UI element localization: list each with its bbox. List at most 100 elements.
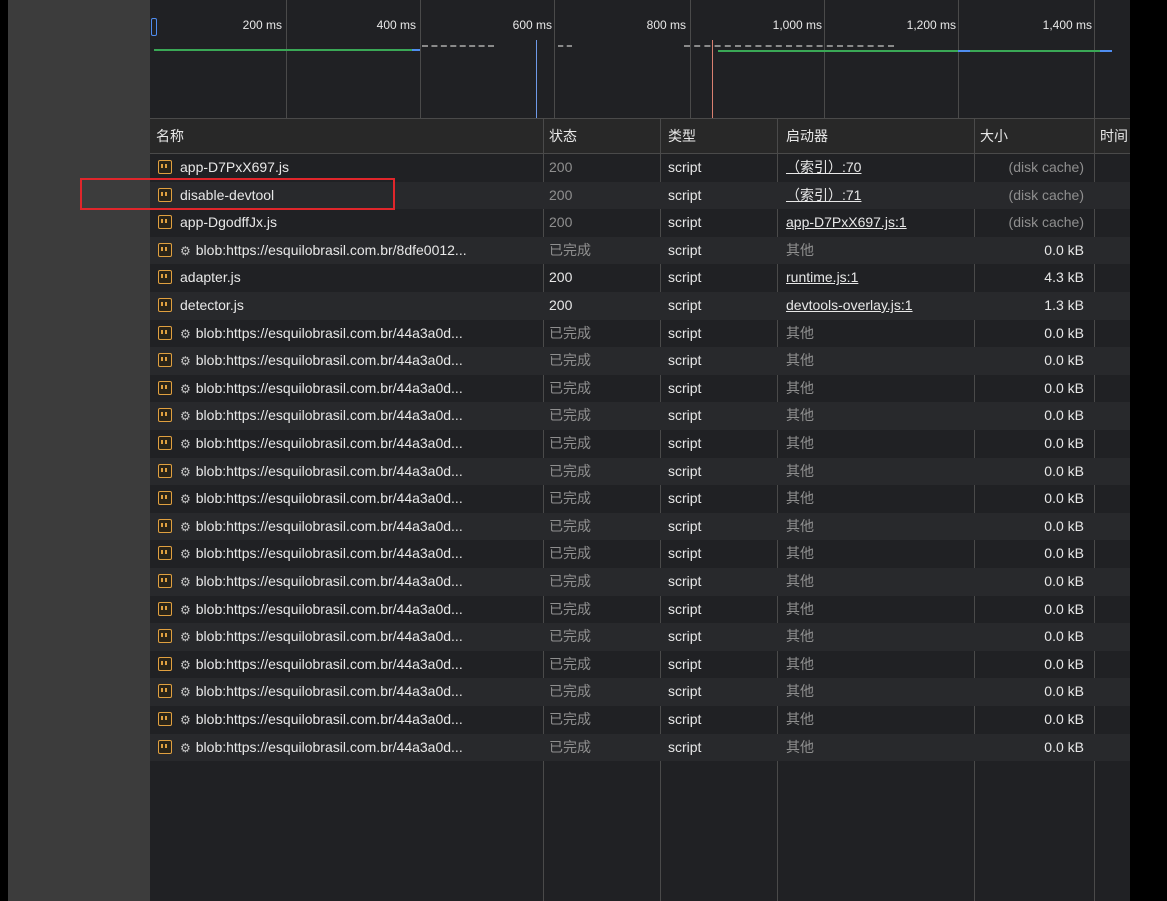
request-name-text: blob:https://esquilobrasil.com.br/44a3a0… bbox=[195, 738, 463, 755]
request-initiator-cell: 其他 bbox=[777, 320, 974, 348]
request-size-cell: 0.0 kB bbox=[1044, 241, 1084, 258]
request-name-cell[interactable]: ⚙ blob:https://esquilobrasil.com.br/44a3a… bbox=[150, 596, 543, 624]
timeline-label: 400 ms bbox=[376, 18, 416, 32]
table-row[interactable]: ⚙ blob:https://esquilobrasil.com.br/44a3a… bbox=[150, 623, 1130, 651]
initiator-text: 其他 bbox=[786, 517, 814, 534]
request-name-cell[interactable]: ⚙ blob:https://esquilobrasil.com.br/44a3a… bbox=[150, 458, 543, 486]
request-name-cell[interactable]: ⚙ blob:https://esquilobrasil.com.br/44a3a… bbox=[150, 430, 543, 458]
table-row[interactable]: ⚙ blob:https://esquilobrasil.com.br/44a3a… bbox=[150, 375, 1130, 403]
request-name-cell[interactable]: ⚙ blob:https://esquilobrasil.com.br/44a3a… bbox=[150, 540, 543, 568]
request-initiator-cell: 其他 bbox=[777, 734, 974, 762]
table-row[interactable]: detector.js 200 script devtools-overlay.js:… bbox=[150, 292, 1130, 320]
column-header-time[interactable]: 时间 bbox=[1094, 119, 1130, 153]
request-initiator-cell: 其他 bbox=[777, 237, 974, 265]
initiator-link[interactable]: app-D7PxX697.js:1 bbox=[786, 214, 907, 230]
request-name-cell[interactable]: ⚙ blob:https://esquilobrasil.com.br/44a3a… bbox=[150, 651, 543, 679]
table-row[interactable]: ⚙ blob:https://esquilobrasil.com.br/44a3a… bbox=[150, 402, 1130, 430]
request-name-cell[interactable]: ⚙ blob:https://esquilobrasil.com.br/44a3a… bbox=[150, 623, 543, 651]
script-file-icon bbox=[158, 380, 172, 395]
table-row[interactable]: ⚙ blob:https://esquilobrasil.com.br/44a3a… bbox=[150, 540, 1130, 568]
request-name-cell[interactable]: app-DgodffJx.js bbox=[150, 209, 543, 237]
request-type-cell: script bbox=[668, 738, 702, 755]
table-row[interactable]: ⚙ blob:https://esquilobrasil.com.br/44a3a… bbox=[150, 733, 1130, 762]
request-status-cell: 已完成 bbox=[549, 683, 591, 700]
request-type-cell: script bbox=[668, 462, 702, 479]
request-initiator-cell: 其他 bbox=[777, 375, 974, 403]
table-row[interactable]: adapter.js 200 script runtime.js:1 4.3 kB bbox=[150, 264, 1130, 292]
table-row[interactable]: ⚙ blob:https://esquilobrasil.com.br/8dfe0… bbox=[150, 236, 1130, 265]
table-row[interactable]: ⚙ blob:https://esquilobrasil.com.br/44a3a… bbox=[150, 678, 1130, 706]
gear-icon: ⚙ bbox=[180, 630, 191, 645]
table-row[interactable]: ⚙ blob:https://esquilobrasil.com.br/44a3a… bbox=[150, 651, 1130, 679]
gear-icon: ⚙ bbox=[180, 354, 191, 369]
initiator-link[interactable]: （索引）:70 bbox=[786, 159, 861, 175]
request-name-cell[interactable]: ⚙ blob:https://esquilobrasil.com.br/44a3a… bbox=[150, 513, 543, 541]
column-header-size[interactable]: 大小 bbox=[974, 119, 1090, 153]
column-header-name[interactable]: 名称 bbox=[150, 119, 543, 153]
initiator-link[interactable]: （索引）:71 bbox=[786, 187, 861, 203]
table-row[interactable]: ⚙ blob:https://esquilobrasil.com.br/44a3a… bbox=[150, 568, 1130, 596]
request-initiator-cell: 其他 bbox=[777, 540, 974, 568]
request-name-text: blob:https://esquilobrasil.com.br/44a3a0… bbox=[195, 379, 463, 396]
initiator-text: 其他 bbox=[786, 738, 814, 755]
table-row[interactable]: ⚙ blob:https://esquilobrasil.com.br/44a3a… bbox=[150, 512, 1130, 541]
initiator-link[interactable]: devtools-overlay.js:1 bbox=[786, 297, 913, 313]
table-row[interactable]: ⚙ blob:https://esquilobrasil.com.br/44a3a… bbox=[150, 596, 1130, 624]
request-name-text: blob:https://esquilobrasil.com.br/44a3a0… bbox=[195, 711, 463, 727]
request-name-text: blob:https://esquilobrasil.com.br/44a3a0… bbox=[195, 517, 463, 534]
table-row[interactable]: ⚙ blob:https://esquilobrasil.com.br/44a3a… bbox=[150, 347, 1130, 375]
timeline-request-bar bbox=[1100, 50, 1112, 52]
script-file-icon bbox=[158, 491, 172, 506]
initiator-text: 其他 bbox=[786, 462, 814, 479]
column-header-initiator[interactable]: 启动器 bbox=[777, 119, 974, 153]
request-name-cell[interactable]: adapter.js bbox=[150, 264, 543, 292]
request-name-cell[interactable]: ⚙ blob:https://esquilobrasil.com.br/44a3a… bbox=[150, 320, 543, 348]
timeline-overview[interactable]: 200 ms 400 ms 600 ms 800 ms 1,000 ms 1,2… bbox=[150, 0, 1130, 118]
request-type-cell: script bbox=[668, 517, 702, 534]
request-name-text: blob:https://esquilobrasil.com.br/44a3a0… bbox=[195, 545, 463, 562]
table-row[interactable]: ⚙ blob:https://esquilobrasil.com.br/44a3a… bbox=[150, 485, 1130, 513]
column-header-type[interactable]: 类型 bbox=[660, 119, 777, 153]
request-size-cell: (disk cache) bbox=[1008, 159, 1084, 175]
request-size-cell: 0.0 kB bbox=[1044, 655, 1084, 672]
script-file-icon bbox=[158, 684, 172, 699]
request-name-cell[interactable]: ⚙ blob:https://esquilobrasil.com.br/8dfe0… bbox=[150, 237, 543, 265]
request-name-text: blob:https://esquilobrasil.com.br/44a3a0… bbox=[195, 655, 463, 672]
column-header-status[interactable]: 状态 bbox=[543, 119, 660, 153]
request-table-header: 名称 状态 类型 启动器 大小 时间 bbox=[150, 118, 1130, 154]
table-row[interactable]: app-DgodffJx.js 200 script app-D7PxX697.js:… bbox=[150, 209, 1130, 237]
request-name-cell[interactable]: ⚙ blob:https://esquilobrasil.com.br/44a3a… bbox=[150, 485, 543, 513]
request-status-cell: 200 bbox=[549, 297, 573, 313]
table-row[interactable]: ⚙ blob:https://esquilobrasil.com.br/44a3a… bbox=[150, 457, 1130, 486]
timeline-gridline bbox=[824, 0, 825, 118]
request-name-cell[interactable]: ⚙ blob:https://esquilobrasil.com.br/44a3a… bbox=[150, 568, 543, 596]
request-name-text: blob:https://esquilobrasil.com.br/44a3a0… bbox=[195, 628, 463, 645]
request-name-cell[interactable]: ⚙ blob:https://esquilobrasil.com.br/44a3a… bbox=[150, 375, 543, 403]
request-size-cell: (disk cache) bbox=[1008, 186, 1084, 203]
request-name-cell[interactable]: ⚙ blob:https://esquilobrasil.com.br/44a3a… bbox=[150, 706, 543, 734]
request-name-cell[interactable]: ⚙ blob:https://esquilobrasil.com.br/44a3a… bbox=[150, 734, 543, 762]
request-size-cell: 0.0 kB bbox=[1044, 324, 1084, 341]
request-status-cell: 已完成 bbox=[549, 379, 591, 396]
request-name-text: blob:https://esquilobrasil.com.br/44a3a0… bbox=[195, 573, 463, 589]
initiator-text: 其他 bbox=[786, 352, 814, 369]
request-name-cell[interactable]: ⚙ blob:https://esquilobrasil.com.br/44a3a… bbox=[150, 402, 543, 430]
request-initiator-cell: 其他 bbox=[777, 458, 974, 486]
timeline-dashed-segment bbox=[684, 45, 894, 49]
initiator-link[interactable]: runtime.js:1 bbox=[786, 269, 858, 285]
request-name-cell[interactable]: ⚙ blob:https://esquilobrasil.com.br/44a3a… bbox=[150, 678, 543, 706]
request-type-cell: script bbox=[668, 683, 702, 700]
gear-icon: ⚙ bbox=[180, 381, 191, 396]
table-row[interactable]: ⚙ blob:https://esquilobrasil.com.br/44a3a… bbox=[150, 430, 1130, 458]
table-row[interactable]: ⚙ blob:https://esquilobrasil.com.br/44a3a… bbox=[150, 706, 1130, 734]
table-row[interactable]: ⚙ blob:https://esquilobrasil.com.br/44a3a… bbox=[150, 320, 1130, 348]
timeline-range-handle[interactable] bbox=[151, 18, 157, 36]
request-name-cell[interactable]: detector.js bbox=[150, 292, 543, 320]
request-status-cell: 已完成 bbox=[549, 435, 591, 451]
gear-icon: ⚙ bbox=[180, 657, 191, 672]
request-initiator-cell: 其他 bbox=[777, 568, 974, 596]
request-initiator-cell: 其他 bbox=[777, 678, 974, 706]
request-initiator-cell: 其他 bbox=[777, 347, 974, 375]
request-name-cell[interactable]: ⚙ blob:https://esquilobrasil.com.br/44a3a… bbox=[150, 347, 543, 375]
timeline-label: 800 ms bbox=[646, 18, 686, 32]
